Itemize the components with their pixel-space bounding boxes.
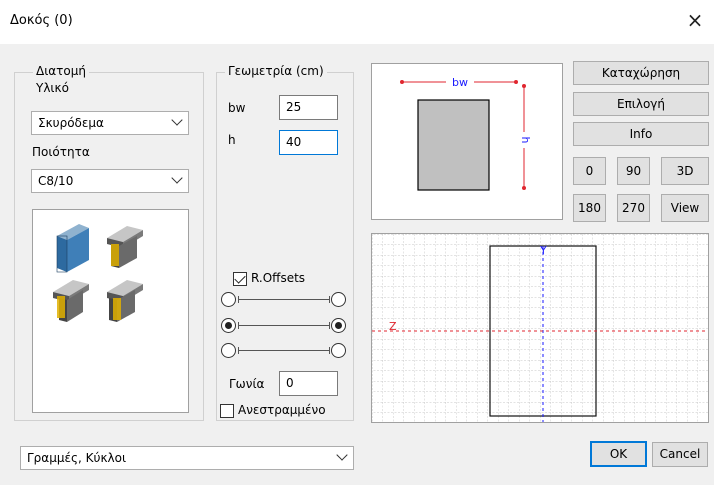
info-button[interactable]: Info <box>573 122 709 146</box>
offset-middle-left-radio[interactable] <box>221 318 236 333</box>
geometry-group-label: Γεωμετρία (cm) <box>225 64 327 78</box>
geometry-group <box>216 72 354 421</box>
close-icon[interactable]: × <box>682 6 708 34</box>
offset-bottom-left-radio[interactable] <box>221 343 236 358</box>
roffsets-checkbox[interactable] <box>233 272 247 286</box>
h-input[interactable]: 40 <box>279 130 338 155</box>
lines-circles-select[interactable]: Γραμμές, Κύκλοι <box>20 446 354 470</box>
quality-value: C8/10 <box>38 174 74 188</box>
offset-bottom-right-radio[interactable] <box>331 343 346 358</box>
bw-input[interactable]: 25 <box>279 95 338 120</box>
lines-circles-value: Γραμμές, Κύκλοι <box>27 451 127 465</box>
title-bar <box>0 0 714 44</box>
z-axis-label: Z <box>389 320 397 333</box>
material-label: Υλικό <box>36 81 69 95</box>
offset-bottom-line <box>238 347 330 354</box>
quality-select[interactable]: C8/10 <box>31 169 189 193</box>
chevron-down-icon <box>171 172 183 184</box>
beam-rectangular-icon[interactable] <box>56 224 89 273</box>
bw-dimension-label: bw <box>452 76 468 89</box>
view-button[interactable]: View <box>661 194 709 222</box>
view-90-button[interactable]: 90 <box>617 157 650 185</box>
inverted-label: Ανεστραμμένο <box>238 403 326 417</box>
section-types <box>53 224 143 322</box>
offset-grid-preview: Y Z <box>371 233 709 423</box>
view-0-button[interactable]: 0 <box>573 157 606 185</box>
roffsets-label: R.Offsets <box>251 271 306 285</box>
register-button[interactable]: Καταχώρηση <box>573 61 709 85</box>
offset-top-right-radio[interactable] <box>331 292 346 307</box>
quality-label: Ποιότητα <box>32 145 90 159</box>
view-270-button[interactable]: 270 <box>617 194 650 222</box>
offset-grid: Y Z <box>372 234 708 422</box>
h-dimension-label: h <box>519 137 532 144</box>
material-value: Σκυρόδεμα <box>38 116 104 130</box>
beam-l-left-icon[interactable] <box>53 280 89 322</box>
h-label: h <box>228 133 236 147</box>
section-type-list[interactable] <box>32 209 189 413</box>
view-3d-button[interactable]: 3D <box>661 157 709 185</box>
section-preview: bw h <box>371 63 563 220</box>
angle-input[interactable]: 0 <box>279 371 338 396</box>
section-rectangle <box>417 99 490 191</box>
section-drawing: bw h <box>400 75 532 191</box>
angle-label: Γωνία <box>229 377 265 391</box>
beam-t-icon[interactable] <box>107 226 143 268</box>
chevron-down-icon <box>171 114 183 126</box>
offset-top-line <box>238 296 330 303</box>
offset-middle-right-radio[interactable] <box>331 318 346 333</box>
window-title: Δοκός (0) <box>10 13 73 28</box>
section-group-label: Διατομή <box>33 64 89 78</box>
offset-top-left-radio[interactable] <box>221 292 236 307</box>
view-180-button[interactable]: 180 <box>573 194 606 222</box>
inverted-checkbox[interactable] <box>220 404 234 418</box>
y-axis-label: Y <box>539 244 547 257</box>
bw-label: bw <box>228 101 246 115</box>
chevron-down-icon <box>336 449 348 461</box>
material-select[interactable]: Σκυρόδεμα <box>31 111 189 135</box>
ok-button[interactable]: OK <box>590 441 647 467</box>
cancel-button[interactable]: Cancel <box>652 442 708 467</box>
offset-middle-line <box>238 322 330 329</box>
select-button[interactable]: Επιλογή <box>573 92 709 116</box>
beam-l-right-icon[interactable] <box>107 280 143 322</box>
